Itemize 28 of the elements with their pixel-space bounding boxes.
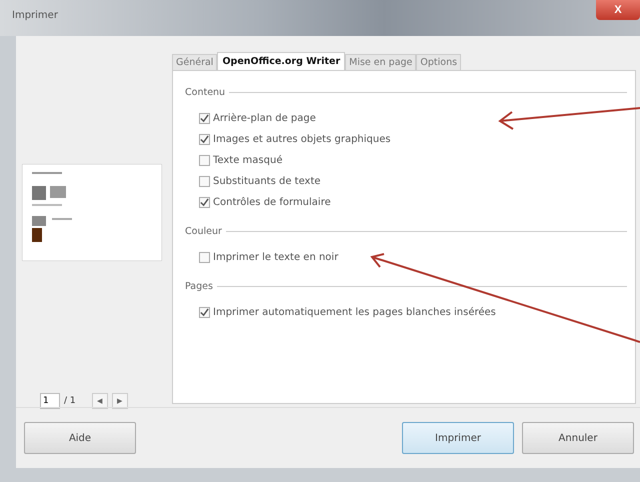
checkbox[interactable] — [199, 134, 210, 145]
checkbox[interactable] — [199, 307, 210, 318]
window-title: Imprimer — [12, 10, 58, 21]
cancel-button[interactable]: Annuler — [522, 422, 634, 454]
tab[interactable]: OpenOffice.org Writer — [217, 52, 346, 70]
section-title: Couleur — [185, 226, 222, 236]
checkbox[interactable] — [199, 197, 210, 208]
tab[interactable]: Options — [416, 54, 462, 70]
section-title: Pages — [185, 280, 213, 292]
checkbox[interactable] — [199, 252, 210, 263]
checkbox-label: Images et autres objets graphiques — [213, 134, 391, 145]
checkbox-label: Texte masqué — [213, 155, 282, 166]
checkbox-label: Contrôles de formulaire — [213, 197, 331, 208]
checkbox-label: Substituants de texte — [213, 176, 321, 187]
close-button[interactable]: X — [596, 0, 640, 20]
checkbox-label: Imprimer automatiquement les pages blanches insérées — [213, 307, 496, 318]
tab[interactable]: Général — [172, 54, 218, 70]
checkbox[interactable] — [199, 113, 210, 124]
print-button[interactable]: Imprimer — [402, 422, 514, 454]
page-number-field[interactable]: 1 — [40, 393, 60, 409]
checkbox[interactable] — [199, 155, 210, 166]
section-title: Contenu — [185, 86, 226, 98]
page-total: / 1 — [64, 396, 76, 406]
help-button[interactable]: Aide — [24, 422, 136, 454]
checkbox-label: Arrière-plan de page — [213, 113, 316, 124]
checkbox-label: Imprimer le texte en noir — [213, 252, 338, 263]
tab[interactable]: Mise en page — [345, 54, 416, 70]
checkbox[interactable] — [199, 176, 210, 187]
